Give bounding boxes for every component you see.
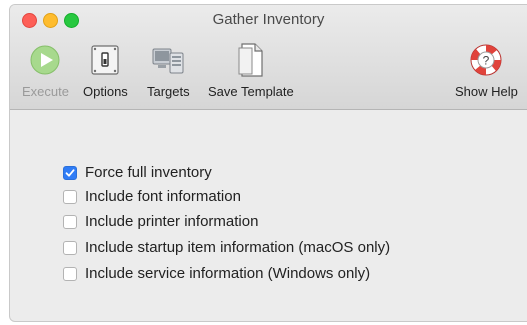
option-include-font-information[interactable]: Include font information: [63, 188, 241, 205]
play-icon: [26, 41, 64, 79]
checkbox-include-font-information[interactable]: [63, 189, 77, 204]
option-include-startup-item-information[interactable]: Include startup item information (macOS …: [63, 239, 390, 256]
svg-text:?: ?: [483, 54, 490, 68]
checkbox-include-startup-item-information[interactable]: [63, 240, 77, 255]
targets-label: Targets: [147, 84, 190, 99]
computers-icon: [149, 41, 187, 79]
titlebar: Gather Inventory Execute Options Targets…: [10, 5, 527, 110]
option-label: Include printer information: [85, 213, 259, 230]
checkbox-include-service-information[interactable]: [63, 266, 77, 281]
execute-label: Execute: [22, 84, 69, 99]
option-include-printer-information[interactable]: Include printer information: [63, 213, 258, 230]
option-label: Include font information: [85, 188, 241, 205]
options-label: Options: [83, 84, 128, 99]
document-icon: [232, 41, 270, 79]
window-title: Gather Inventory: [212, 11, 325, 28]
options-icon: [86, 41, 124, 79]
option-include-service-information[interactable]: Include service information (Windows onl…: [63, 265, 370, 282]
option-label: Force full inventory: [85, 164, 212, 181]
options-button[interactable]: Options: [83, 41, 128, 99]
help-lifebuoy-icon: ?: [467, 41, 505, 79]
save-template-label: Save Template: [208, 84, 294, 99]
checkmark-icon: [65, 168, 75, 177]
option-label: Include service information (Windows onl…: [85, 265, 371, 282]
options-panel: Force full inventory Include font inform…: [10, 110, 527, 321]
save-template-button[interactable]: Save Template: [208, 41, 294, 99]
targets-button[interactable]: Targets: [147, 41, 190, 99]
show-help-button[interactable]: ? Show Help: [455, 41, 518, 99]
window: Gather Inventory Execute Options Targets…: [10, 5, 527, 321]
option-label: Include startup item information (macOS …: [85, 239, 391, 256]
checkbox-force-full-inventory[interactable]: [63, 165, 77, 180]
execute-button[interactable]: Execute: [22, 41, 69, 99]
option-force-full-inventory[interactable]: Force full inventory: [63, 164, 212, 181]
show-help-label: Show Help: [455, 84, 518, 99]
checkbox-include-printer-information[interactable]: [63, 214, 77, 229]
